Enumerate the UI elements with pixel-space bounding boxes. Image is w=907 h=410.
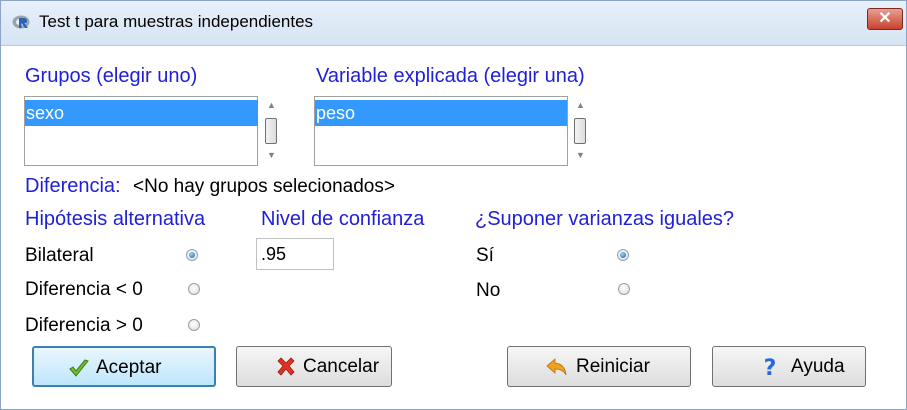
scroll-thumb[interactable]: [574, 118, 586, 144]
dialog-content: Grupos (elegir uno) sexo ▲ ▼ Variable ex…: [1, 46, 906, 409]
confidence-input[interactable]: .95: [256, 238, 334, 270]
svg-text:?: ?: [764, 356, 777, 378]
option-greater-label: Diferencia > 0: [25, 315, 143, 336]
radio-greater[interactable]: [188, 319, 200, 331]
close-button[interactable]: ✕: [867, 8, 903, 30]
radio-bilateral[interactable]: [186, 249, 198, 261]
help-question-icon: ?: [764, 356, 777, 378]
checkmark-icon: [69, 359, 89, 377]
scroll-down-icon[interactable]: ▼: [576, 150, 585, 160]
groups-label: Grupos (elegir uno): [25, 65, 198, 87]
close-icon: ✕: [878, 10, 892, 27]
scroll-up-icon[interactable]: ▲: [576, 100, 585, 110]
variances-label: ¿Suponer varianzas iguales?: [475, 208, 735, 230]
option-bilateral-label: Bilateral: [25, 245, 94, 266]
confidence-label: Nivel de confianza: [261, 208, 425, 230]
scroll-down-icon[interactable]: ▼: [267, 150, 276, 160]
difference-value: <No hay grupos selecionados>: [133, 176, 395, 197]
radio-less[interactable]: [188, 283, 200, 295]
response-listbox[interactable]: peso: [314, 96, 568, 166]
undo-arrow-icon: [546, 358, 567, 376]
red-x-icon: [277, 357, 295, 376]
ok-button-label: Aceptar: [96, 357, 162, 378]
help-button[interactable]: ? Ayuda: [712, 346, 866, 387]
radio-equal-yes[interactable]: [617, 249, 629, 261]
window-title: Test t para muestras independientes: [39, 12, 314, 31]
response-label: Variable explicada (elegir una): [316, 65, 585, 87]
scroll-thumb[interactable]: [265, 118, 277, 144]
reset-button[interactable]: Reiniciar: [507, 346, 691, 387]
groups-listbox[interactable]: sexo: [24, 96, 258, 166]
ok-button[interactable]: Aceptar: [32, 346, 216, 387]
difference-label: Diferencia:: [25, 175, 121, 197]
alternative-label: Hipótesis alternativa: [25, 208, 206, 230]
groups-scrollbar[interactable]: ▲ ▼: [262, 96, 280, 166]
option-no-label: No: [476, 280, 501, 301]
option-yes-label: Sí: [476, 245, 494, 266]
option-less-label: Diferencia < 0: [25, 279, 143, 300]
radio-equal-no[interactable]: [618, 283, 630, 295]
dialog-window: Test t para muestras independientes ✕ Gr…: [0, 0, 907, 410]
response-scrollbar[interactable]: ▲ ▼: [571, 96, 589, 166]
scroll-up-icon[interactable]: ▲: [267, 100, 276, 110]
title-bar[interactable]: Test t para muestras independientes ✕: [1, 1, 906, 46]
help-button-label: Ayuda: [791, 356, 845, 377]
r-logo-icon: [12, 15, 30, 29]
cancel-button[interactable]: Cancelar: [236, 346, 392, 387]
list-item[interactable]: peso: [315, 100, 567, 126]
reset-button-label: Reiniciar: [576, 356, 650, 377]
list-item[interactable]: sexo: [25, 100, 258, 126]
cancel-button-label: Cancelar: [303, 356, 380, 377]
